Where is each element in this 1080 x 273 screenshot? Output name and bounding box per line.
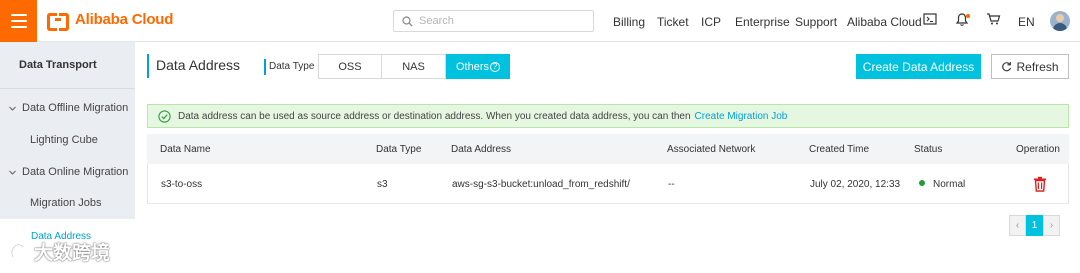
data-type-label: Data Type [269, 61, 315, 72]
cell-data-address: aws-sg-s3-bucket:unload_from_redshift/ [452, 179, 630, 190]
column-header[interactable]: Status [914, 144, 942, 155]
type-tab-nas[interactable]: NAS [382, 54, 446, 79]
search-box[interactable] [393, 10, 594, 32]
top-bar: Alibaba Cloud Billing Ticket ICP Enterpr… [0, 0, 1080, 42]
sidebar-item-migration-jobs[interactable]: Migration Jobs [30, 197, 102, 209]
menu-icon[interactable] [0, 0, 37, 42]
check-circle-icon [158, 109, 171, 123]
refresh-button[interactable]: Refresh [991, 54, 1069, 79]
cart-icon[interactable] [986, 12, 1001, 26]
sidebar-group-label: Data Online Migration [22, 166, 129, 178]
nav-billing[interactable]: Billing [613, 15, 645, 29]
table-row[interactable]: s3-to-oss s3 aws-sg-s3-bucket:unload_fro… [147, 164, 1069, 204]
nav-support[interactable]: Support [795, 15, 837, 29]
nav-icp[interactable]: ICP [701, 15, 721, 29]
refresh-label: Refresh [1016, 59, 1059, 74]
nav-alibaba-cloud[interactable]: Alibaba Cloud [847, 15, 922, 29]
nav-ticket[interactable]: Ticket [657, 15, 689, 29]
chevron-down-icon [9, 170, 16, 175]
cell-created-time: July 02, 2020, 12:33 [810, 179, 901, 190]
avatar[interactable] [1050, 11, 1070, 31]
title-accent-bar [147, 54, 149, 78]
page-1-button[interactable]: 1 [1026, 215, 1043, 236]
terminal-icon[interactable] [923, 12, 937, 26]
delete-icon[interactable] [1033, 176, 1047, 192]
language-switch[interactable]: EN [1018, 15, 1035, 29]
cell-data-name: s3-to-oss [161, 179, 203, 190]
alibaba-cloud-logo-icon [47, 12, 69, 31]
search-icon [402, 15, 413, 26]
nav-enterprise[interactable]: Enterprise [735, 15, 790, 29]
type-tab-others-label: Others [455, 60, 489, 73]
column-header[interactable]: Operation [1016, 144, 1060, 155]
watermark-text: 大数跨境 [34, 243, 111, 264]
notice-text: Data address can be used as source addre… [178, 110, 691, 122]
brand-logo[interactable]: Alibaba Cloud [47, 11, 174, 31]
sidebar-group-label: Data Offline Migration [22, 102, 129, 114]
status-dot-icon [919, 180, 925, 186]
next-page-button[interactable]: › [1043, 215, 1060, 236]
column-header[interactable]: Associated Network [667, 144, 755, 155]
cell-data-type: s3 [377, 179, 388, 190]
sidebar-item-lighting-cube[interactable]: Lighting Cube [30, 134, 98, 146]
watermark: 大数跨境 [8, 238, 110, 265]
pagination: ‹ 1 › [1009, 215, 1060, 236]
page-title: Data Address [156, 57, 241, 73]
create-data-address-button[interactable]: Create Data Address [856, 54, 981, 79]
status-label: Normal [933, 179, 966, 190]
type-tab-others[interactable]: Others? [446, 54, 510, 79]
info-notice: Data address can be used as source addre… [147, 104, 1069, 128]
cell-associated-network: -- [668, 179, 675, 190]
sidebar-group-online-migration[interactable]: Data Online Migration [8, 166, 128, 178]
watermark-logo-icon [10, 243, 28, 259]
chevron-down-icon [9, 106, 16, 111]
column-header[interactable]: Created Time [809, 144, 869, 155]
column-header[interactable]: Data Type [376, 144, 421, 155]
type-accent-bar [264, 59, 266, 75]
column-header[interactable]: Data Address [451, 144, 511, 155]
sidebar-title: Data Transport [19, 59, 97, 71]
brand-name: Alibaba Cloud [75, 11, 174, 28]
table-header: Data Name Data Type Data Address Associa… [147, 134, 1069, 164]
create-migration-job-link[interactable]: Create Migration Job [695, 111, 788, 122]
type-tab-oss[interactable]: OSS [318, 54, 382, 79]
data-type-selector: OSS NAS Others? [318, 54, 510, 79]
prev-page-button[interactable]: ‹ [1009, 215, 1026, 236]
notification-dot [966, 14, 970, 18]
refresh-icon [1002, 62, 1012, 72]
sidebar-group-offline-migration[interactable]: Data Offline Migration [8, 102, 128, 114]
search-input[interactable] [419, 15, 589, 27]
cell-status: Normal [919, 179, 965, 190]
sidebar-divider [0, 88, 135, 89]
column-header[interactable]: Data Name [160, 144, 211, 155]
help-icon: ? [490, 61, 500, 72]
